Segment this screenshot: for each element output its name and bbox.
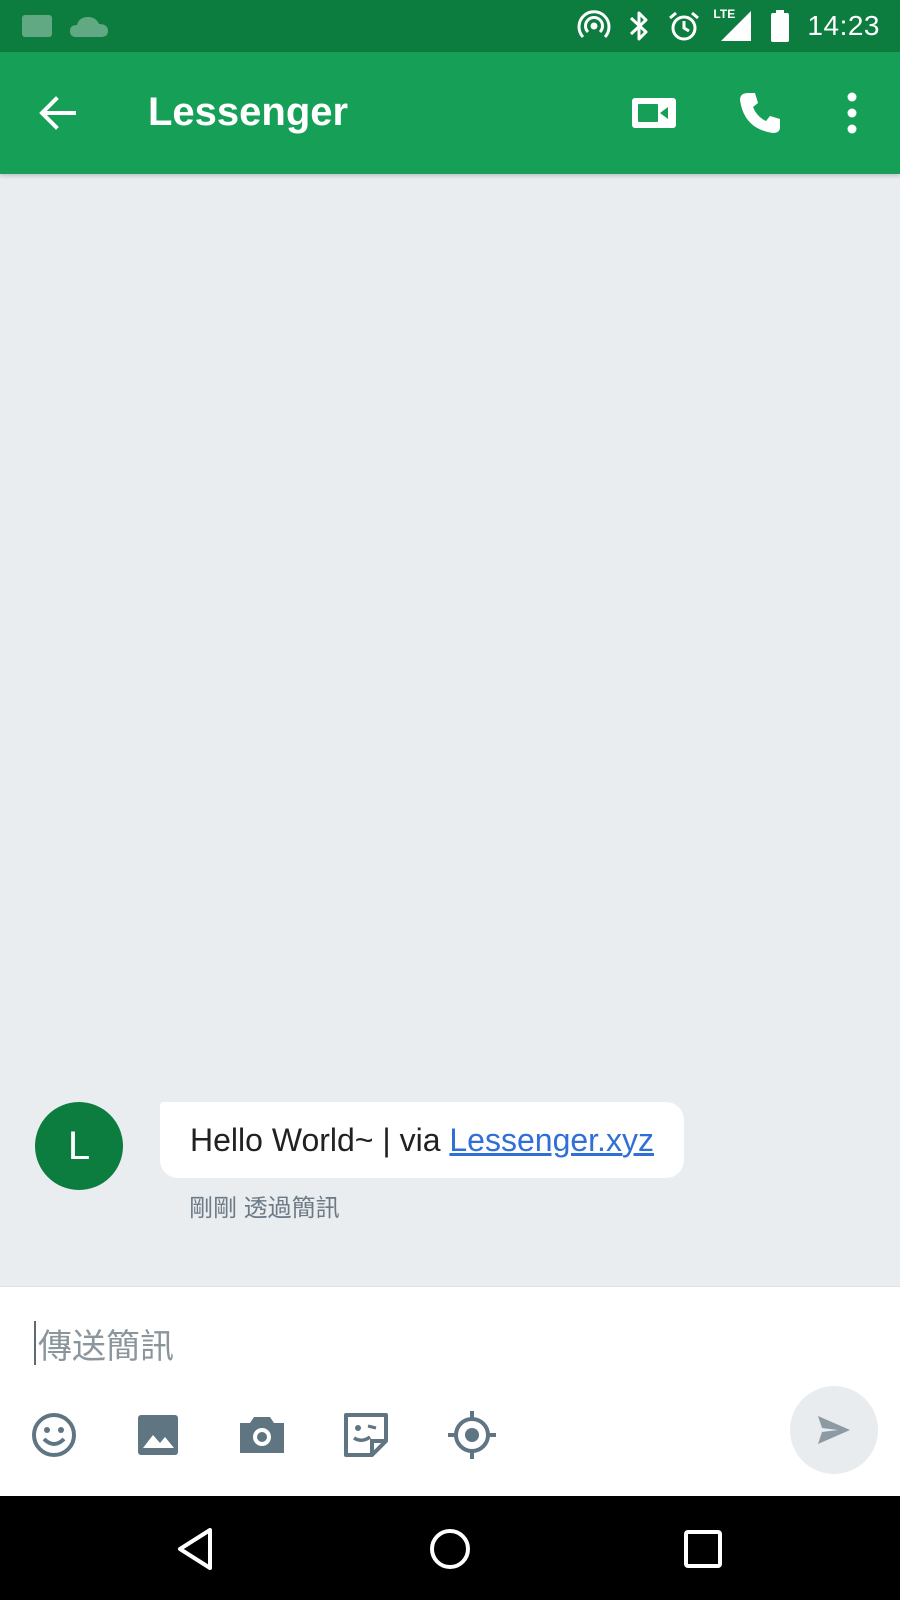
message-text: Hello World~ | via (190, 1121, 450, 1158)
emoji-icon[interactable] (28, 1409, 80, 1461)
video-call-icon[interactable] (630, 89, 678, 137)
message-input-placeholder: 傳送簡訊 (38, 1327, 174, 1366)
phone-icon[interactable] (736, 89, 784, 137)
message-bubble[interactable]: Hello World~ | via Lessenger.xyz (160, 1102, 684, 1178)
avatar-initial: L (67, 1123, 91, 1168)
lte-signal-icon: LTE (713, 7, 753, 43)
composer: 傳送簡訊 (0, 1286, 900, 1496)
send-icon (818, 1416, 850, 1444)
alarm-icon (669, 11, 700, 41)
text-cursor (34, 1321, 36, 1365)
send-button[interactable] (790, 1386, 878, 1474)
navigation-bar (0, 1496, 900, 1600)
more-vert-icon[interactable] (828, 89, 876, 137)
nav-recents-icon[interactable] (678, 1524, 728, 1574)
cloud-notification-icon (70, 17, 108, 37)
message-link[interactable]: Lessenger.xyz (449, 1122, 654, 1159)
nav-home-icon[interactable] (425, 1524, 475, 1574)
nav-back-icon[interactable] (172, 1524, 222, 1574)
location-icon[interactable] (446, 1409, 498, 1461)
status-bar: LTE 14:23 (0, 0, 900, 52)
bluetooth-icon (630, 11, 648, 41)
message-meta: 剛剛 透過簡訊 (189, 1195, 340, 1222)
sticker-icon[interactable] (340, 1409, 392, 1461)
gallery-notification-icon (22, 15, 52, 37)
conversation-title: Lessenger (148, 90, 349, 134)
status-time: 14:23 (807, 10, 880, 41)
message-input[interactable]: 傳送簡訊 (34, 1319, 734, 1367)
network-label: LTE (713, 7, 736, 21)
avatar[interactable]: L (35, 1102, 123, 1190)
app-bar: Lessenger (0, 52, 900, 174)
image-icon[interactable] (132, 1409, 184, 1461)
battery-icon (771, 10, 790, 42)
status-icons: LTE 14:23 (577, 0, 880, 52)
hotspot-icon (577, 10, 611, 39)
conversation-area[interactable]: L Hello World~ | via Lessenger.xyz 剛剛 透過… (0, 174, 900, 1286)
back-arrow-icon[interactable] (34, 89, 82, 137)
camera-icon[interactable] (236, 1409, 288, 1461)
